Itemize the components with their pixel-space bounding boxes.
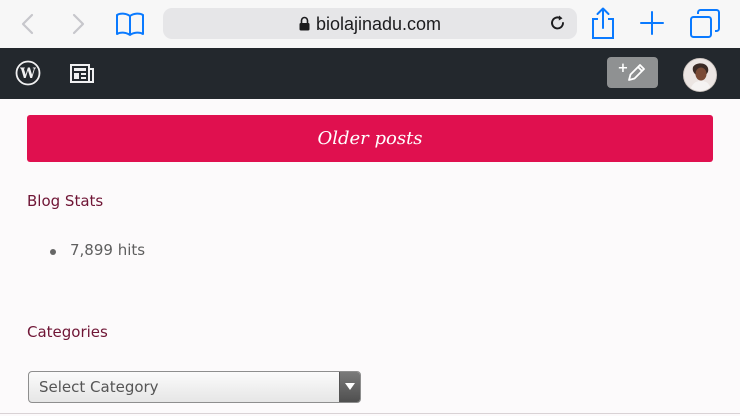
bullet-icon bbox=[50, 249, 56, 255]
reload-icon[interactable] bbox=[549, 14, 567, 37]
wordpress-admin-bar: W + bbox=[0, 48, 740, 99]
hits-count: 7,899 hits bbox=[70, 241, 146, 259]
blog-stats-heading: Blog Stats bbox=[27, 192, 104, 210]
list-item: 7,899 hits bbox=[50, 241, 145, 259]
share-icon[interactable] bbox=[590, 6, 616, 40]
categories-heading: Categories bbox=[27, 323, 108, 341]
divider bbox=[0, 413, 740, 414]
forward-icon[interactable] bbox=[64, 10, 92, 38]
wordpress-logo-icon[interactable]: W bbox=[15, 60, 41, 86]
category-select[interactable]: Select Category bbox=[28, 371, 361, 403]
url-text: biolajinadu.com bbox=[315, 14, 442, 34]
svg-text:W: W bbox=[19, 66, 36, 82]
avatar[interactable] bbox=[683, 58, 717, 92]
dropdown-arrow-icon bbox=[339, 372, 360, 402]
lock-icon bbox=[299, 15, 310, 36]
category-select-value: Select Category bbox=[39, 378, 159, 396]
address-text-row: biolajinadu.com bbox=[163, 14, 577, 36]
write-plus-label: + bbox=[618, 61, 629, 76]
older-posts-button[interactable]: Older posts bbox=[27, 115, 713, 162]
write-post-icon: + bbox=[618, 61, 645, 81]
write-post-button[interactable]: + bbox=[607, 57, 658, 88]
new-tab-icon[interactable] bbox=[638, 9, 666, 37]
tabs-icon[interactable] bbox=[689, 8, 721, 40]
bookmarks-icon[interactable] bbox=[114, 10, 146, 38]
browser-toolbar: biolajinadu.com bbox=[0, 0, 740, 48]
address-bar[interactable]: biolajinadu.com bbox=[163, 8, 577, 39]
back-icon[interactable] bbox=[14, 10, 42, 38]
reader-icon[interactable] bbox=[70, 64, 94, 84]
blog-stats-list: 7,899 hits bbox=[50, 241, 145, 259]
